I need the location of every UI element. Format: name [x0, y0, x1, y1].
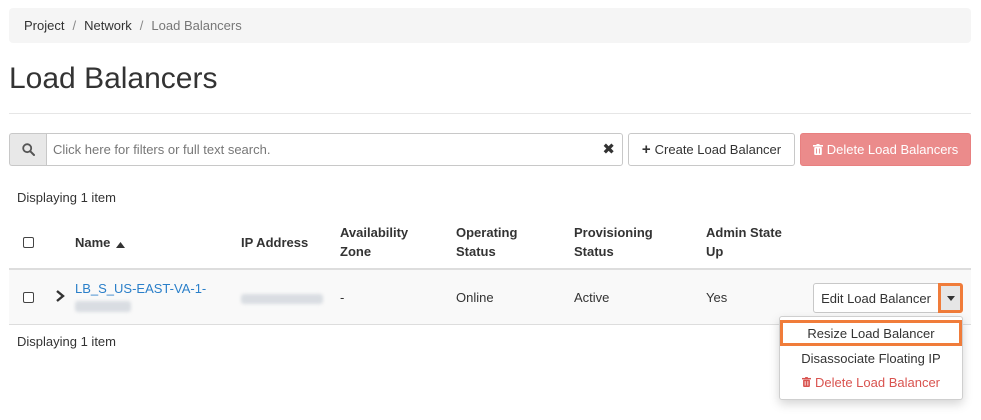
- search-icon[interactable]: [9, 133, 46, 166]
- column-header-ip-address[interactable]: IP Address: [241, 233, 308, 252]
- select-all-checkbox[interactable]: [23, 237, 34, 248]
- load-balancer-name-link[interactable]: LB_S_US-EAST-VA-1-: [75, 280, 206, 317]
- menu-item-delete-load-balancer[interactable]: Delete Load Balancer: [780, 370, 962, 394]
- create-load-balancer-label: Create Load Balancer: [654, 142, 782, 157]
- breadcrumb-load-balancers: Load Balancers: [151, 18, 242, 33]
- title-divider: [9, 113, 971, 114]
- trash-icon: [812, 144, 823, 155]
- breadcrumb: Project / Network / Load Balancers: [9, 8, 971, 43]
- item-count-footer: Displaying 1 item: [17, 334, 116, 349]
- create-load-balancer-button[interactable]: + Create Load Balancer: [628, 133, 795, 166]
- provisioning-status-cell: Active: [574, 290, 610, 305]
- column-header-operating-status[interactable]: Operating Status: [456, 223, 517, 261]
- delete-load-balancers-label: Delete Load Balancers: [826, 142, 959, 157]
- column-header-name[interactable]: Name: [75, 233, 126, 253]
- trash-icon: [801, 377, 811, 387]
- clear-icon[interactable]: ✖: [602, 142, 615, 157]
- breadcrumb-project[interactable]: Project: [24, 18, 64, 33]
- redacted-name-suffix: [75, 301, 131, 312]
- column-header-availability-zone[interactable]: Availability Zone: [340, 223, 408, 261]
- row-actions: Edit Load Balancer: [813, 283, 963, 313]
- breadcrumb-network[interactable]: Network: [84, 18, 132, 33]
- search-input[interactable]: [46, 133, 623, 166]
- delete-load-balancers-button[interactable]: Delete Load Balancers: [800, 133, 971, 166]
- page-title: Load Balancers: [9, 62, 218, 95]
- sort-ascending-icon: [116, 234, 126, 253]
- row-actions-dropdown-toggle[interactable]: [938, 283, 963, 313]
- item-count: Displaying 1 item: [17, 190, 116, 205]
- row-checkbox[interactable]: [23, 292, 34, 303]
- caret-down-icon: [946, 295, 955, 301]
- chevron-right-icon[interactable]: [53, 287, 67, 305]
- menu-item-delete-label: Delete Load Balancer: [814, 374, 941, 390]
- breadcrumb-separator: /: [72, 18, 77, 33]
- edit-load-balancer-button[interactable]: Edit Load Balancer: [813, 283, 939, 313]
- availability-zone-cell: -: [340, 290, 345, 305]
- column-header-admin-state-up[interactable]: Admin State Up: [706, 223, 782, 261]
- redacted-ip-address: [241, 294, 323, 304]
- admin-state-up-cell: Yes: [706, 290, 728, 305]
- column-header-provisioning-status[interactable]: Provisioning Status: [574, 223, 653, 261]
- menu-item-disassociate-floating-ip[interactable]: Disassociate Floating IP: [780, 346, 962, 370]
- ip-address-cell: [241, 292, 323, 307]
- search-bar: ✖: [9, 133, 623, 166]
- menu-item-resize-load-balancer[interactable]: Resize Load Balancer: [780, 320, 962, 346]
- breadcrumb-separator: /: [139, 18, 144, 33]
- operating-status-cell: Online: [456, 290, 494, 305]
- row-actions-menu: Resize Load Balancer Disassociate Floati…: [779, 316, 963, 400]
- plus-icon: +: [641, 141, 651, 158]
